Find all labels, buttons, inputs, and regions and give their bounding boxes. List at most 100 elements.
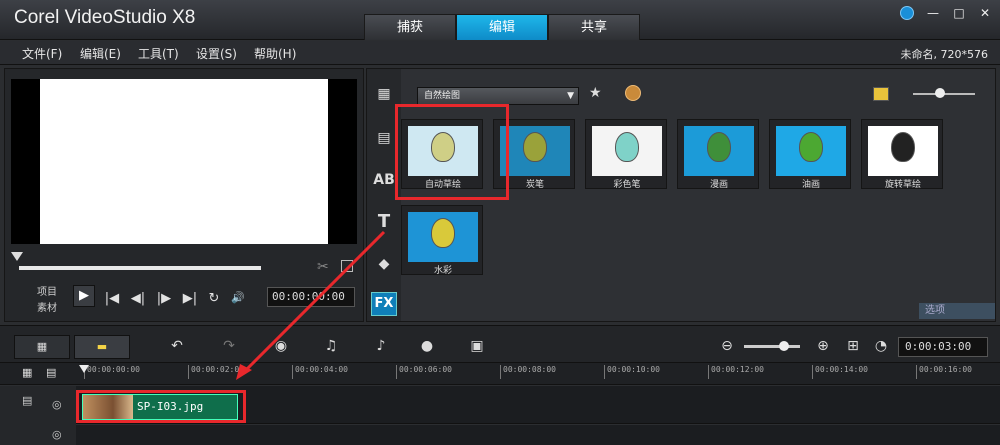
preview-timecode[interactable]: 00:00:00:00 [267, 287, 355, 307]
fit-project-icon[interactable]: ⊞ [842, 336, 864, 356]
filter-select-value: 自然绘图 [424, 91, 461, 101]
effect-thumbnail-bw[interactable]: 旋转草绘 [861, 119, 943, 190]
balloon-shape [431, 218, 455, 248]
minimize-button[interactable]: — [926, 6, 940, 20]
next-frame-button[interactable]: |▶ [155, 291, 173, 306]
project-info: 未命名, 720*576 [900, 48, 988, 61]
balloon-image [592, 126, 662, 176]
prev-frame-button[interactable]: ◀| [129, 291, 147, 306]
view-thumbnail-icon[interactable] [873, 87, 889, 101]
menu-edit[interactable]: 编辑(E) [80, 45, 121, 62]
effect-caption: 彩色笔 [613, 180, 641, 190]
preview-screen [11, 79, 357, 244]
motion-tracking-icon[interactable]: ● [416, 336, 438, 356]
preview-panel: ✂ 项目 素材 ▶ |◀ ◀| |▶ ▶| ↻ 🔊 00:00:00:00 [4, 68, 364, 322]
scissors-icon[interactable]: ✂ [317, 259, 329, 275]
scrubber-handle[interactable] [11, 252, 23, 261]
overlay-track[interactable] [76, 425, 1000, 445]
effect-thumbnail-water[interactable]: 水彩 [401, 205, 483, 276]
clock-icon: ◔ [874, 338, 888, 354]
home-button[interactable]: |◀ [103, 291, 121, 306]
transition-icon[interactable]: AB [373, 169, 395, 191]
project-duration: 0:00:03:00 [898, 337, 988, 357]
balloon-shape [891, 132, 915, 162]
balloon-shape [799, 132, 823, 162]
effect-caption: 水彩 [433, 266, 452, 276]
balloon-image [500, 126, 570, 176]
ruler-tick: 00:00:02:00 [188, 365, 244, 379]
ruler-tick: 00:00:08:00 [500, 365, 556, 379]
ruler-tick: 00:00:10:00 [604, 365, 660, 379]
tab-capture[interactable]: 捕获 [364, 14, 456, 40]
effect-caption: 旋转草绘 [884, 180, 921, 190]
effect-thumbnail-oil[interactable]: 油画 [769, 119, 851, 190]
filter-category-select[interactable]: 自然绘图 ▼ [417, 87, 579, 105]
end-button[interactable]: ▶| [181, 291, 199, 306]
fx-filter-button[interactable]: FX [371, 292, 397, 316]
zoom-in-icon[interactable]: ⊕ [812, 336, 834, 356]
timeline-ruler[interactable]: 00:00:00:00 00:00:02:00 00:00:04:00 00:00:0… [0, 363, 1000, 385]
scrubber-track[interactable] [19, 266, 261, 270]
mode-project[interactable]: 项目 [37, 283, 57, 298]
thumbnail-size-knob[interactable] [935, 88, 945, 98]
graphics-icon[interactable]: ◆ [373, 253, 395, 275]
balloon-shape [615, 132, 639, 162]
playhead[interactable] [79, 365, 89, 373]
track-headers: ▤ ◎ ◎ [0, 386, 76, 445]
close-button[interactable]: ✕ [978, 6, 992, 20]
window-controls: — □ ✕ [900, 6, 992, 20]
add-favorite-icon[interactable]: ★ [589, 85, 602, 101]
media-icon[interactable]: ▦ [373, 83, 395, 105]
copy-icon[interactable] [341, 260, 353, 272]
menu-bar: 文件(F) 编辑(E) 工具(T) 设置(S) 帮助(H) 未命名, 720*5… [0, 41, 1000, 65]
instant-project-icon[interactable]: ▤ [373, 127, 395, 149]
menu-help[interactable]: 帮助(H) [254, 45, 296, 62]
timeline-view-button[interactable]: ▬ [74, 335, 130, 359]
ruler-tick: 00:00:06:00 [396, 365, 452, 379]
customize-icon[interactable] [625, 85, 641, 101]
app-title: Corel VideoStudio X8 [14, 7, 196, 28]
tab-edit[interactable]: 编辑 [456, 14, 548, 40]
video-track-toggle-icon[interactable]: ▤ [22, 394, 32, 407]
undo-icon[interactable]: ↶ [166, 336, 188, 356]
track-manager-icon[interactable]: ▦ [22, 366, 32, 379]
chapter-point-icon[interactable]: ▤ [46, 366, 56, 379]
balloon-shape [523, 132, 547, 162]
menu-file[interactable]: 文件(F) [22, 45, 62, 62]
redo-icon[interactable]: ↷ [218, 336, 240, 356]
ruler-tick: 00:00:12:00 [708, 365, 764, 379]
zoom-slider-knob[interactable] [779, 341, 789, 351]
audio-mixer-icon[interactable]: ♫ [320, 336, 342, 356]
menu-tools[interactable]: 工具(T) [138, 45, 179, 62]
clip-highlight [76, 390, 246, 423]
storyboard-view-button[interactable]: ▦ [14, 335, 70, 359]
play-button[interactable]: ▶ [73, 285, 95, 307]
title-icon[interactable]: T [373, 211, 395, 233]
balloon-image [408, 212, 478, 262]
mode-clip[interactable]: 素材 [37, 299, 57, 314]
effect-caption: 漫画 [709, 180, 728, 190]
effect-thumbnail-colorpen[interactable]: 彩色笔 [585, 119, 667, 190]
selection-highlight [395, 104, 509, 200]
record-capture-icon[interactable]: ◉ [270, 336, 292, 356]
zoom-out-icon[interactable]: ⊖ [716, 336, 738, 356]
timeline-toolbar: ▦ ▬ ↶ ↷ ◉ ♫ ♪ ● ▣ ⊖ ⊕ ⊞ ◔ 0:00:03:00 [0, 325, 1000, 363]
options-button[interactable]: 选项 [919, 303, 995, 319]
ruler-tick: 00:00:04:00 [292, 365, 348, 379]
ruler-tick: 00:00:14:00 [812, 365, 868, 379]
preview-frame [40, 79, 328, 244]
balloon-image [684, 126, 754, 176]
subtitle-editor-icon[interactable]: ▣ [466, 336, 488, 356]
tab-share[interactable]: 共享 [548, 14, 640, 40]
globe-icon[interactable] [900, 6, 914, 20]
volume-button[interactable]: 🔊 [229, 291, 247, 304]
zoom-slider[interactable] [744, 345, 800, 348]
balloon-shape [707, 132, 731, 162]
auto-music-icon[interactable]: ♪ [370, 336, 392, 356]
ruler-tick: 00:00:00:00 [84, 365, 140, 379]
title-bar: Corel VideoStudio X8 捕获 编辑 共享 — □ ✕ [0, 0, 1000, 40]
maximize-button[interactable]: □ [952, 6, 966, 20]
effect-thumbnail-comic[interactable]: 漫画 [677, 119, 759, 190]
menu-settings[interactable]: 设置(S) [196, 45, 237, 62]
repeat-button[interactable]: ↻ [205, 291, 223, 306]
